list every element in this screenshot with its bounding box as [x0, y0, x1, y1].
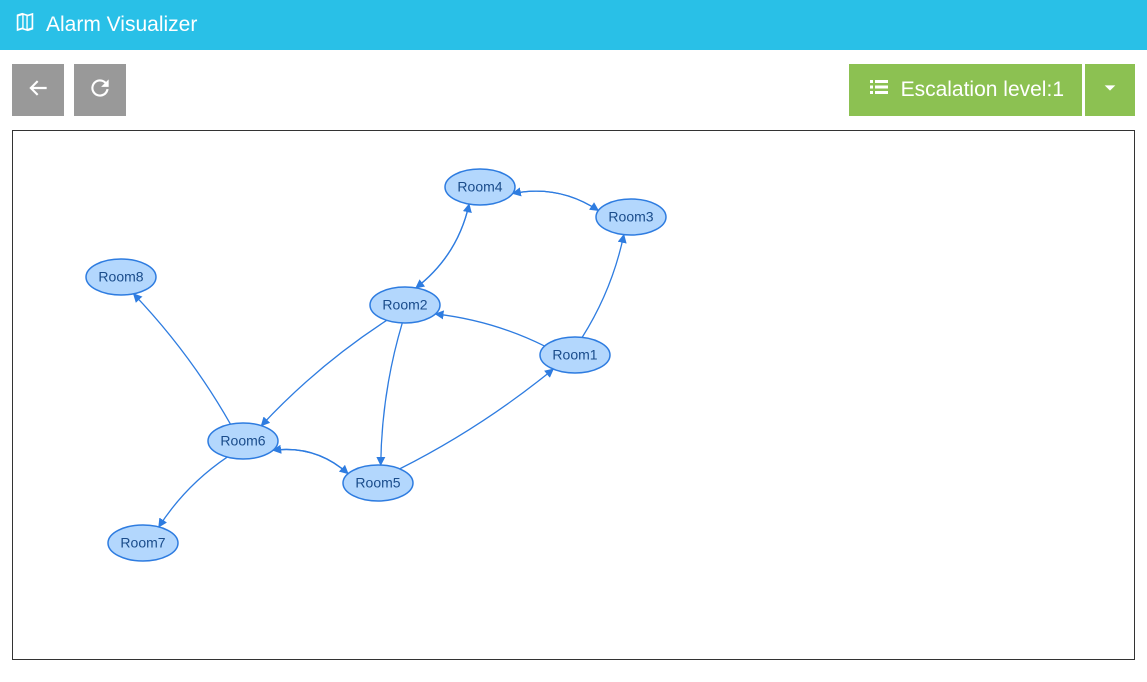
- graph-edge[interactable]: [582, 235, 624, 338]
- graph-node-room1[interactable]: Room1: [540, 337, 610, 373]
- graph-node-room2[interactable]: Room2: [370, 287, 440, 323]
- escalation-level-value: 1: [1052, 78, 1064, 102]
- graph-node-label: Room2: [382, 297, 427, 313]
- escalation-button[interactable]: Escalation level: 1: [849, 64, 1082, 116]
- graph-node-room6[interactable]: Room6: [208, 423, 278, 459]
- escalation-dropdown-toggle[interactable]: [1085, 64, 1135, 116]
- graph-edge[interactable]: [416, 204, 469, 288]
- graph-edge[interactable]: [134, 294, 231, 424]
- graph-node-label: Room5: [355, 475, 400, 491]
- graph-canvas[interactable]: Room1 Room2 Room3 Room4 Room5 Room6 Room7 Room8: [12, 130, 1135, 660]
- toolbar: Escalation level: 1: [0, 50, 1147, 116]
- arrow-left-icon: [25, 75, 51, 106]
- refresh-icon: [87, 75, 113, 106]
- graph-node-label: Room8: [98, 269, 143, 285]
- app-header: Alarm Visualizer: [0, 0, 1147, 50]
- graph-node-room3[interactable]: Room3: [596, 199, 666, 235]
- graph-edge[interactable]: [513, 191, 599, 210]
- graph-edge[interactable]: [381, 323, 403, 465]
- graph-node-label: Room3: [608, 209, 653, 225]
- map-icon: [14, 11, 46, 39]
- graph-edge[interactable]: [159, 457, 227, 527]
- graph-edge[interactable]: [416, 204, 469, 288]
- graph-edge[interactable]: [273, 449, 348, 473]
- graph-node-label: Room6: [220, 433, 265, 449]
- escalation-label-prefix: Escalation level:: [901, 78, 1053, 102]
- graph-edge[interactable]: [435, 314, 544, 346]
- graph-edge[interactable]: [261, 320, 386, 425]
- list-icon: [867, 75, 901, 105]
- graph-node-room4[interactable]: Room4: [445, 169, 515, 205]
- graph-edge[interactable]: [513, 191, 599, 210]
- back-button[interactable]: [12, 64, 64, 116]
- graph-node-label: Room4: [457, 179, 502, 195]
- graph-edge[interactable]: [400, 369, 554, 469]
- caret-down-icon: [1102, 80, 1118, 101]
- graph-node-room5[interactable]: Room5: [343, 465, 413, 501]
- graph-node-room8[interactable]: Room8: [86, 259, 156, 295]
- graph-svg[interactable]: Room1 Room2 Room3 Room4 Room5 Room6 Room7 Room8: [13, 131, 1134, 659]
- graph-node-room7[interactable]: Room7: [108, 525, 178, 561]
- graph-node-label: Room1: [552, 347, 597, 363]
- refresh-button[interactable]: [74, 64, 126, 116]
- app-title: Alarm Visualizer: [46, 13, 197, 37]
- graph-node-label: Room7: [120, 535, 165, 551]
- escalation-selector: Escalation level: 1: [849, 64, 1135, 116]
